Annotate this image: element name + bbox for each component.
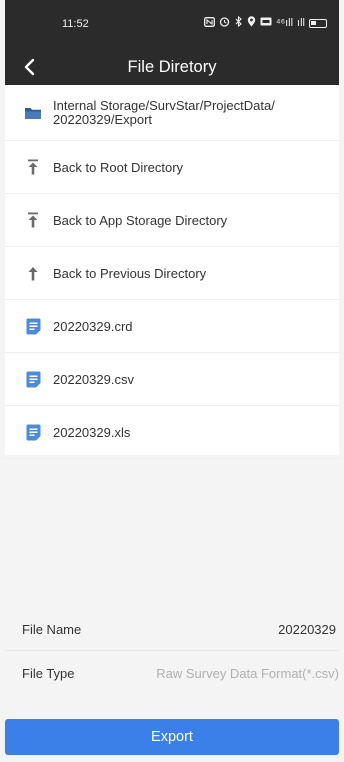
arrow-to-top-icon — [23, 159, 43, 175]
file-name: 20220329.crd — [53, 318, 133, 334]
back-to-previous-item[interactable]: Back to Previous Directory — [5, 247, 339, 300]
signal-icon-1: ⁴⁶ıll — [275, 17, 294, 29]
file-name: 20220329.xls — [53, 424, 131, 440]
status-bar: 11:52 ⁴⁶ıll ıll — [5, 0, 339, 50]
file-icon — [23, 424, 43, 441]
file-type-row: File Type Raw Survey Data Format(*.csv) — [5, 652, 339, 694]
file-item[interactable]: 20220329.xls — [5, 406, 339, 459]
file-list: Internal Storage/SurvStar/ProjectData/ 2… — [5, 85, 339, 459]
arrow-up-icon — [23, 266, 43, 281]
file-name: 20220329.csv — [53, 371, 134, 387]
file-item[interactable]: 20220329.crd — [5, 300, 339, 353]
signal-icon-2: ıll — [297, 17, 305, 29]
status-time: 11:52 — [62, 18, 89, 30]
export-button[interactable]: Export — [5, 719, 339, 755]
hd-icon — [260, 17, 272, 29]
location-icon — [247, 16, 256, 30]
current-path: Internal Storage/SurvStar/ProjectData/ 2… — [53, 97, 275, 127]
file-icon — [23, 318, 43, 335]
current-path-row: Internal Storage/SurvStar/ProjectData/ 2… — [5, 85, 339, 141]
file-icon — [23, 371, 43, 388]
alarm-icon — [219, 16, 230, 30]
back-to-app-storage-item[interactable]: Back to App Storage Directory — [5, 194, 339, 247]
file-name-label: File Name — [22, 622, 82, 637]
file-type-label: File Type — [22, 665, 75, 681]
battery-icon — [309, 18, 327, 28]
arrow-to-top-icon — [23, 212, 43, 228]
folder-icon — [23, 106, 43, 120]
back-to-previous-label: Back to Previous Directory — [53, 265, 207, 281]
app-screen: 11:52 ⁴⁶ıll ıll File Diretory Internal S… — [0, 0, 344, 762]
file-name-row: File Name 20220329 — [5, 609, 339, 651]
bluetooth-icon — [234, 15, 243, 30]
file-item[interactable]: 20220329.csv — [5, 353, 339, 406]
status-icons: ⁴⁶ıll ıll — [203, 15, 327, 30]
file-name-input[interactable]: 20220329 — [278, 622, 339, 637]
page-title: File Diretory — [127, 58, 217, 76]
back-to-root-label: Back to Root Directory — [53, 159, 184, 175]
back-to-app-storage-label: Back to App Storage Directory — [53, 212, 228, 228]
back-to-root-item[interactable]: Back to Root Directory — [5, 141, 339, 194]
file-type-select[interactable]: Raw Survey Data Format(*.csv) — [156, 666, 339, 681]
nfc-icon — [203, 16, 215, 30]
title-bar: File Diretory — [5, 50, 339, 85]
